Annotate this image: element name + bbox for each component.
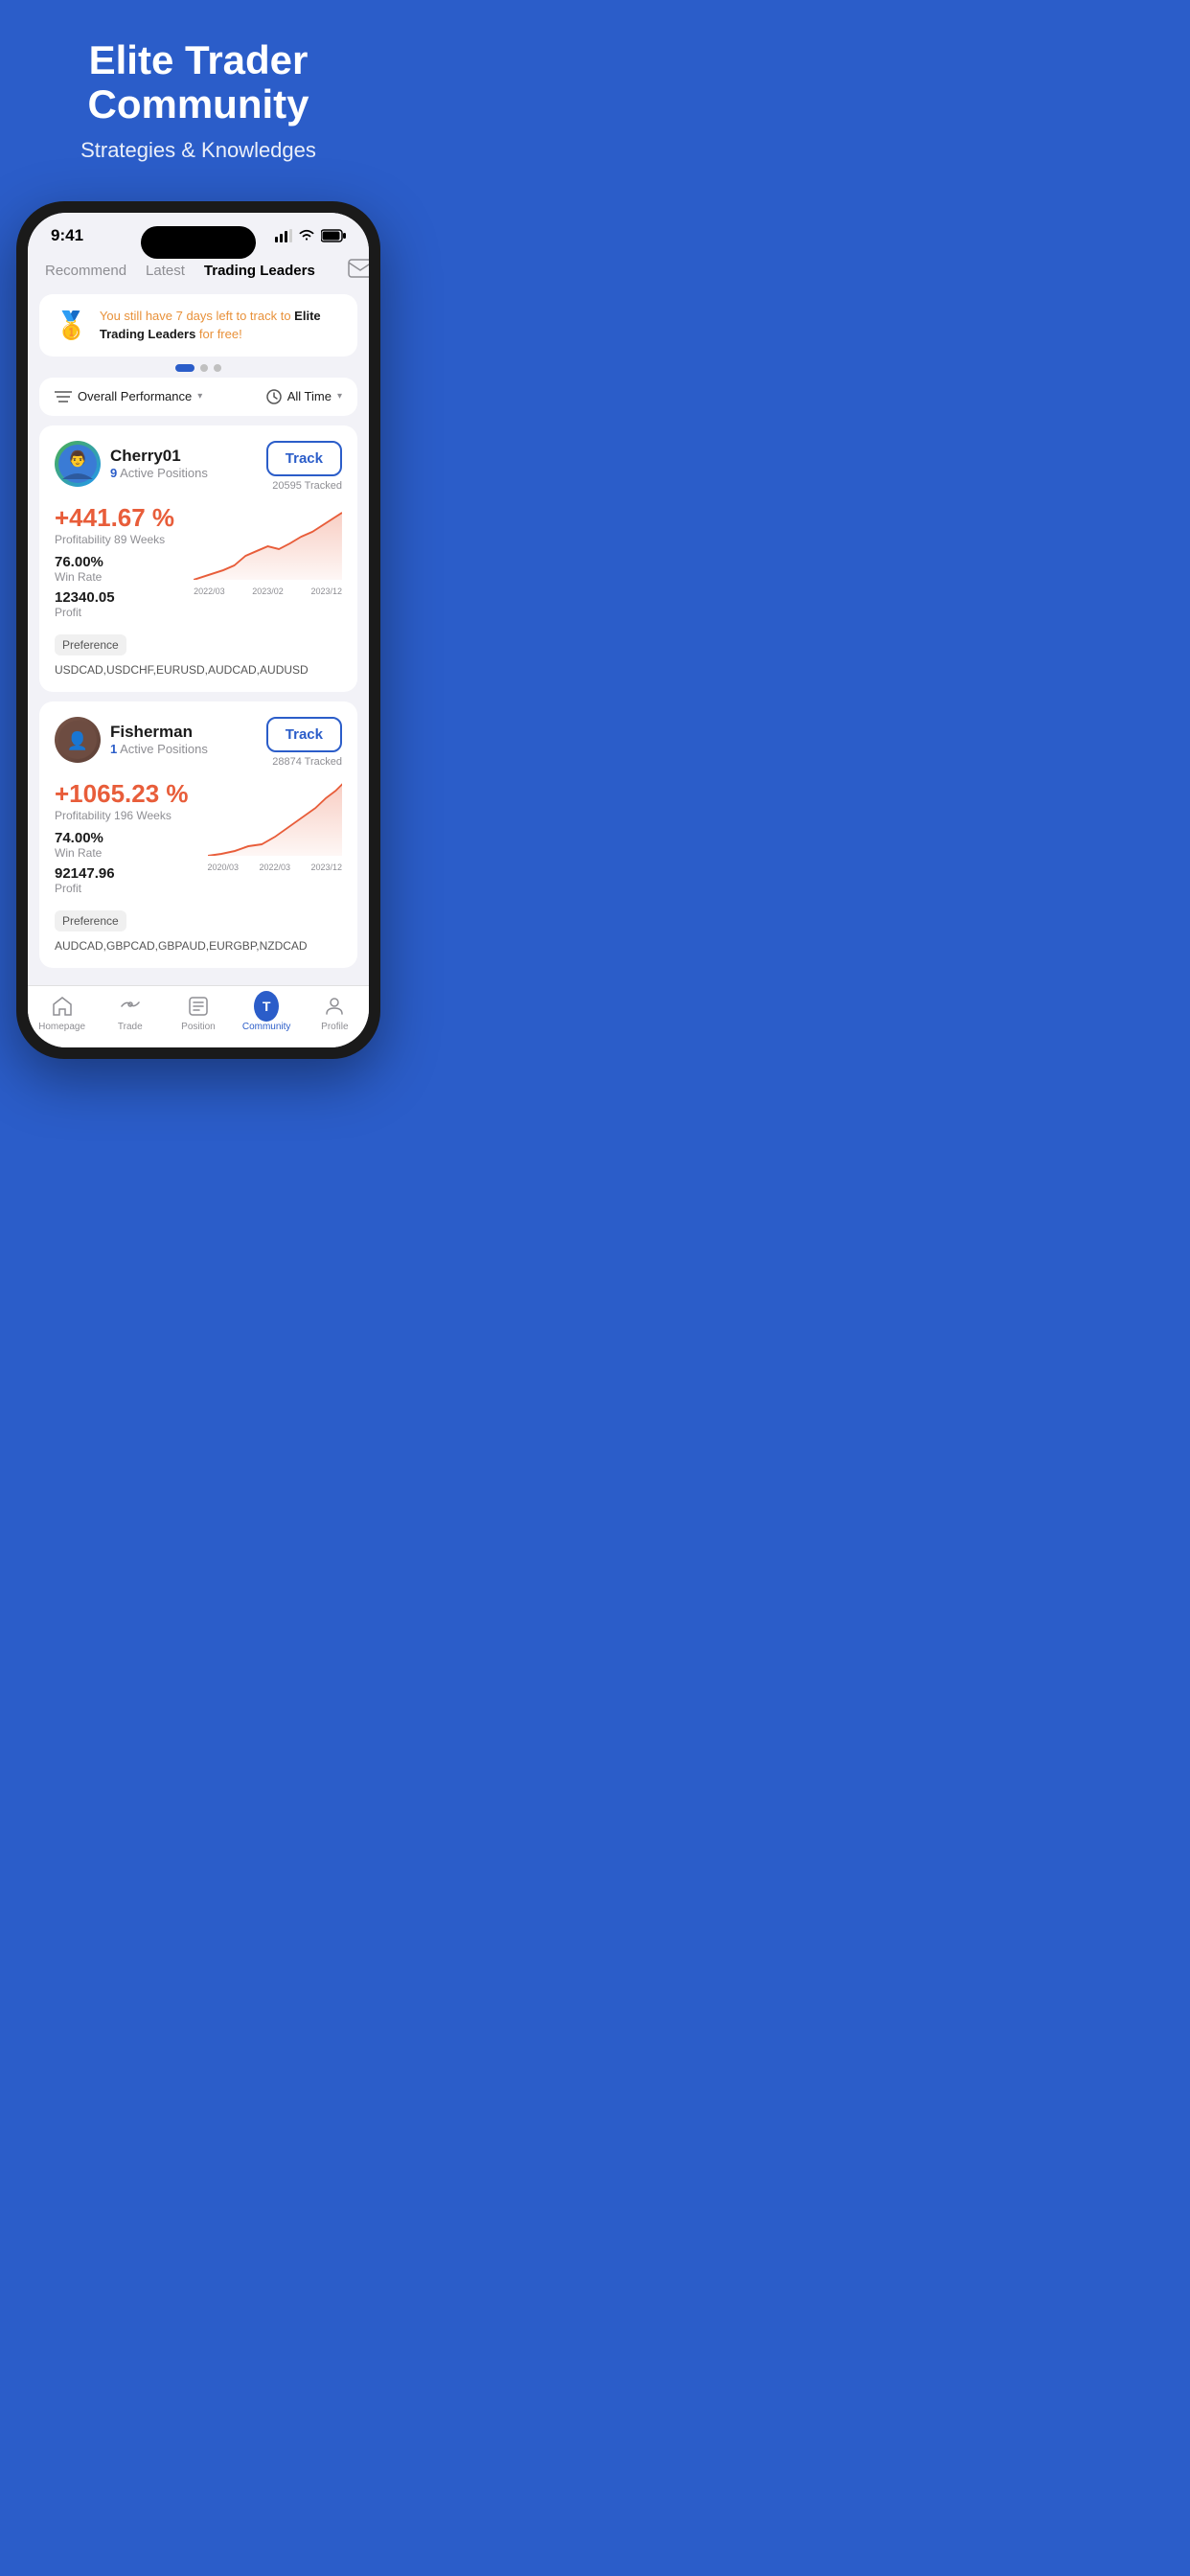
filter-row: Overall Performance ▾ All Time ▾ [39, 378, 357, 416]
trader-positions-fisherman: 1 Active Positions [110, 742, 208, 756]
phone-mockup: 9:41 [16, 201, 380, 1058]
dynamic-island [141, 226, 256, 259]
time-chevron: ▾ [337, 391, 342, 402]
win-rate-fisherman: 74.00% [55, 830, 189, 846]
preference-row-cherry01: Preference USDCAD,USDCHF,EURUSD,AUDCAD,A… [55, 634, 342, 677]
battery-icon [321, 229, 346, 242]
preference-pairs-cherry01: USDCAD,USDCHF,EURUSD,AUDCAD,AUDUSD [55, 663, 342, 677]
tab-trading-leaders[interactable]: Trading Leaders [202, 259, 317, 283]
app-content: 🥇 You still have 7 days left to track to… [28, 287, 369, 984]
time-filter-label: All Time [287, 389, 332, 403]
nav-item-homepage[interactable]: Homepage [34, 994, 91, 1032]
chart-labels-fisherman: 2020/03 2022/03 2023/12 [208, 862, 342, 872]
profitability-label-cherry01: Profitability 89 Weeks [55, 533, 174, 546]
hero-title: Elite TraderCommunity [19, 38, 378, 126]
medal-icon: 🥇 [55, 310, 88, 341]
profit-fisherman: 92147.96 [55, 865, 189, 882]
nav-label-trade: Trade [118, 1022, 143, 1032]
banner-card: 🥇 You still have 7 days left to track to… [39, 294, 357, 356]
community-icon: T [254, 994, 279, 1019]
profitability-label-fisherman: Profitability 196 Weeks [55, 809, 189, 822]
bottom-nav: Homepage Trade Position [28, 985, 369, 1047]
nav-item-position[interactable]: Position [170, 994, 227, 1032]
profit-label-cherry01: Profit [55, 606, 174, 619]
position-icon [186, 994, 211, 1019]
status-icons [275, 229, 346, 242]
dot-2 [200, 364, 208, 372]
trader-name-cherry01: Cherry01 [110, 447, 208, 466]
svg-text:👤: 👤 [67, 730, 88, 750]
track-button-fisherman[interactable]: Track [266, 717, 342, 752]
trade-icon [118, 994, 143, 1019]
nav-item-profile[interactable]: Profile [306, 994, 363, 1032]
preference-badge-cherry01: Preference [55, 634, 126, 656]
dot-1 [175, 364, 195, 372]
trader-stats-fisherman: +1065.23 % Profitability 196 Weeks 74.00… [55, 779, 342, 899]
track-section-cherry01: Track 20595 Tracked [266, 441, 342, 492]
trader-info-cherry01: 👨 Cherry01 9 Active Positions [55, 441, 208, 487]
svg-text:👨: 👨 [68, 449, 87, 468]
profile-icon [322, 994, 347, 1019]
clock-icon [266, 389, 282, 404]
tracked-count-fisherman: 28874 Tracked [272, 756, 342, 768]
nav-item-community[interactable]: T Community [238, 994, 295, 1032]
phone-screen: 9:41 [28, 213, 369, 1046]
home-icon [50, 994, 75, 1019]
trader-stats-cherry01: +441.67 % Profitability 89 Weeks 76.00% … [55, 503, 342, 623]
trader-positions-cherry01: 9 Active Positions [110, 466, 208, 480]
avatar-cherry01: 👨 [55, 441, 101, 487]
performance-filter-label: Overall Performance [78, 389, 192, 403]
wifi-icon [298, 229, 315, 242]
mini-chart-fisherman: 2020/03 2022/03 2023/12 [208, 779, 342, 875]
nav-item-trade[interactable]: Trade [102, 994, 159, 1032]
performance-chevron: ▾ [197, 391, 202, 402]
win-rate-cherry01: 76.00% [55, 554, 174, 570]
time-filter[interactable]: All Time ▾ [266, 389, 342, 404]
filter-icon [55, 390, 72, 403]
win-rate-label-cherry01: Win Rate [55, 570, 174, 584]
preference-pairs-fisherman: AUDCAD,GBPCAD,GBPAUD,EURGBP,NZDCAD [55, 939, 342, 953]
trader-card-cherry01: 👨 Cherry01 9 Active Positions Track 205 [39, 426, 357, 692]
profit-cherry01: 12340.05 [55, 589, 174, 606]
tab-latest[interactable]: Latest [144, 259, 187, 283]
win-rate-label-fisherman: Win Rate [55, 846, 189, 860]
profit-label-fisherman: Profit [55, 882, 189, 895]
track-button-cherry01[interactable]: Track [266, 441, 342, 476]
status-time: 9:41 [51, 226, 83, 245]
nav-label-homepage: Homepage [38, 1022, 85, 1032]
mail-button[interactable] [348, 259, 369, 283]
nav-label-community: Community [242, 1022, 291, 1032]
dot-3 [214, 364, 221, 372]
signal-icon [275, 229, 292, 242]
profitability-pct-fisherman: +1065.23 % [55, 779, 189, 809]
trader-name-fisherman: Fisherman [110, 723, 208, 742]
banner-text: You still have 7 days left to track to E… [100, 308, 342, 342]
avatar-fisherman: 👤 [55, 717, 101, 763]
trader-info-fisherman: 👤 Fisherman 1 Active Positions [55, 717, 208, 763]
chart-labels-cherry01: 2022/03 2023/02 2023/12 [194, 586, 342, 596]
status-bar: 9:41 [28, 213, 369, 251]
mini-chart-cherry01: 2022/03 2023/02 2023/12 [194, 503, 342, 599]
track-section-fisherman: Track 28874 Tracked [266, 717, 342, 768]
hero-section: Elite TraderCommunity Strategies & Knowl… [0, 0, 397, 182]
nav-label-position: Position [181, 1022, 216, 1032]
performance-filter[interactable]: Overall Performance ▾ [55, 389, 202, 403]
preference-badge-fisherman: Preference [55, 910, 126, 932]
profitability-pct-cherry01: +441.67 % [55, 503, 174, 533]
tab-recommend[interactable]: Recommend [43, 259, 128, 283]
banner-dots [39, 364, 357, 372]
nav-label-profile: Profile [321, 1022, 348, 1032]
hero-subtitle: Strategies & Knowledges [19, 138, 378, 163]
preference-row-fisherman: Preference AUDCAD,GBPCAD,GBPAUD,EURGBP,N… [55, 910, 342, 953]
trader-card-fisherman: 👤 Fisherman 1 Active Positions Track 28 [39, 702, 357, 968]
tracked-count-cherry01: 20595 Tracked [272, 480, 342, 492]
